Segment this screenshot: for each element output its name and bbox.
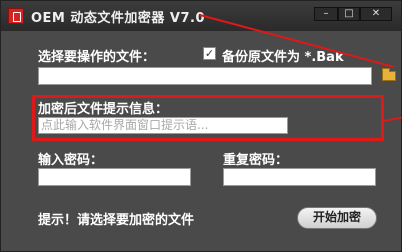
- start-encrypt-button[interactable]: 开始加密: [297, 207, 377, 229]
- confirm-password-label: 重复密码：: [223, 153, 289, 168]
- close-button[interactable]: ✕: [360, 7, 392, 21]
- password-label: 输入密码：: [38, 153, 104, 168]
- password-input[interactable]: [38, 168, 191, 186]
- select-file-label: 选择要操作的文件：: [38, 50, 156, 65]
- confirm-password-input[interactable]: [223, 168, 376, 186]
- maximize-button[interactable]: □: [338, 7, 360, 21]
- window-title: OEM 动态文件加密器 V7.0: [31, 11, 206, 26]
- status-text: 提示！请选择要加密的文件: [38, 213, 195, 228]
- folder-browse-icon[interactable]: [382, 68, 396, 81]
- encryptor-window: OEM 动态文件加密器 V7.0 – □ ✕ 选择要操作的文件： ✓ 备份原文件…: [0, 0, 402, 252]
- hint-message-input[interactable]: 点此输入软件界面窗口提示语...: [38, 117, 288, 134]
- minimize-button[interactable]: –: [314, 7, 338, 21]
- app-lock-icon: [8, 8, 24, 24]
- backup-checkbox[interactable]: ✓: [203, 47, 216, 60]
- hint-label: 加密后文件提示信息：: [38, 102, 169, 117]
- file-path-input[interactable]: [38, 67, 372, 85]
